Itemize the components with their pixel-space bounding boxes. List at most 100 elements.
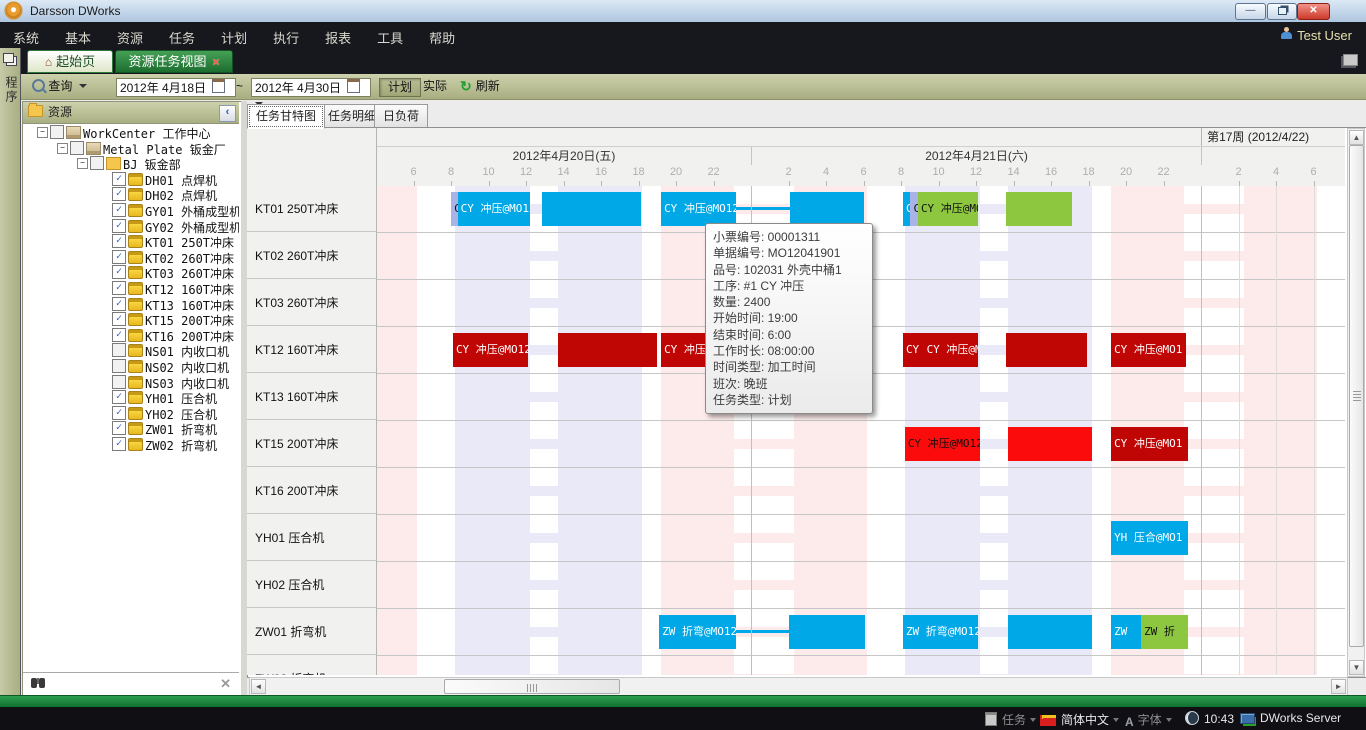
gantt-bar[interactable] xyxy=(1008,615,1092,649)
status-flag[interactable]: 简体中文 xyxy=(1040,711,1119,728)
minimize-button[interactable]: — xyxy=(1235,3,1266,20)
gantt-bar[interactable]: CY 冲压@MO1 xyxy=(1111,333,1186,367)
tree-node[interactable]: ✓GY02 外桶成型机 xyxy=(23,218,239,234)
gantt-bar[interactable]: C xyxy=(910,192,918,226)
tree-checkbox[interactable]: ✓ xyxy=(112,187,126,201)
menu-item-基本[interactable]: 基本 xyxy=(52,22,104,47)
restore-button[interactable] xyxy=(1267,3,1297,20)
tree-node[interactable]: ✓KT15 200T冲床 xyxy=(23,311,239,327)
vertical-scroll-thumb[interactable] xyxy=(1349,145,1364,647)
tree-checkbox[interactable] xyxy=(112,343,126,357)
tree-checkbox[interactable]: ✓ xyxy=(112,312,126,326)
tree-node[interactable]: ✓KT12 160T冲床 xyxy=(23,280,239,296)
gantt-bar[interactable]: CY 冲压@MO12041901 xyxy=(661,192,736,226)
tree-checkbox[interactable] xyxy=(112,375,126,389)
menu-item-帮助[interactable]: 帮助 xyxy=(416,22,468,47)
tree-expand-icon[interactable]: − xyxy=(57,143,68,154)
find-binoculars-icon[interactable] xyxy=(31,678,37,688)
dropdown-caret-icon[interactable] xyxy=(1113,718,1119,722)
tree-checkbox[interactable]: ✓ xyxy=(112,281,126,295)
tree-node[interactable]: NS01 内收口机 xyxy=(23,342,239,358)
dropdown-caret-icon[interactable] xyxy=(1030,718,1036,722)
gantt-bar[interactable] xyxy=(558,333,657,367)
menu-item-系统[interactable]: 系统 xyxy=(0,22,52,47)
status-font[interactable]: A字体 xyxy=(1125,711,1172,729)
scroll-up-icon[interactable]: ▲ xyxy=(1349,130,1364,145)
tree-node[interactable]: ✓KT02 260T冲床 xyxy=(23,249,239,265)
tree-checkbox[interactable]: ✓ xyxy=(112,172,126,186)
menu-item-执行[interactable]: 执行 xyxy=(260,22,312,47)
tab-close-icon[interactable]: × xyxy=(213,55,220,69)
collapse-panel-button[interactable]: ‹ xyxy=(219,105,236,122)
find-close-icon[interactable]: ✕ xyxy=(220,676,231,692)
tree-checkbox[interactable]: ✓ xyxy=(112,265,126,279)
dropdown-caret-icon[interactable] xyxy=(1166,718,1172,722)
gantt-bar[interactable]: CY 冲压@MO1 xyxy=(1111,427,1188,461)
tree-checkbox[interactable] xyxy=(50,125,64,139)
gantt-bar[interactable]: YH 压合@MO1 xyxy=(1111,521,1188,555)
tab-daily-load[interactable]: 日负荷 xyxy=(374,104,428,128)
tab-start-page[interactable]: ⌂起始页 xyxy=(27,50,113,73)
tree-checkbox[interactable] xyxy=(112,359,126,373)
tree-checkbox[interactable]: ✓ xyxy=(112,437,126,451)
gantt-bar[interactable]: ZW 折弯@MO12041901 xyxy=(903,615,978,649)
tree-node[interactable]: ✓GY01 外桶成型机 xyxy=(23,202,239,218)
gantt-bar[interactable]: CY 冲 xyxy=(903,333,924,367)
gantt-bar[interactable]: CY 冲压@MO12041904 xyxy=(924,333,978,367)
scroll-down-icon[interactable]: ▼ xyxy=(1349,660,1364,675)
tree-checkbox[interactable]: ✓ xyxy=(112,297,126,311)
date-from-field[interactable]: 2012年 4月18日 xyxy=(116,78,236,97)
tree-checkbox[interactable]: ✓ xyxy=(112,219,126,233)
close-button[interactable]: ✕ xyxy=(1297,3,1330,20)
query-dropdown-icon[interactable] xyxy=(79,84,87,88)
tree-checkbox[interactable]: ✓ xyxy=(112,203,126,217)
gantt-bar[interactable]: CY 冲压@MO12041901 xyxy=(458,192,530,226)
tree-node[interactable]: NS03 内收口机 xyxy=(23,374,239,390)
tree-checkbox[interactable] xyxy=(70,141,84,155)
date-to-field[interactable]: 2012年 4月30日 xyxy=(251,78,371,97)
vertical-scrollbar[interactable]: ▲ ▼ xyxy=(1347,128,1365,677)
tree-node[interactable]: −Metal Plate 钣金厂 xyxy=(23,140,239,156)
calendar-icon[interactable] xyxy=(212,79,225,93)
status-clipboard[interactable]: 任务 xyxy=(985,711,1036,728)
gantt-bar[interactable]: CY 冲压@MO12041903 xyxy=(905,427,980,461)
tree-checkbox[interactable]: ✓ xyxy=(112,390,126,404)
tree-node[interactable]: ✓YH02 压合机 xyxy=(23,405,239,421)
tree-node[interactable]: ✓KT03 260T冲床 xyxy=(23,264,239,280)
gantt-bar[interactable]: ZW 折弯@MO12041901 xyxy=(659,615,736,649)
gantt-bar[interactable]: ZW xyxy=(1111,615,1141,649)
tree-node[interactable]: ✓ZW01 折弯机 xyxy=(23,420,239,436)
tree-checkbox[interactable]: ✓ xyxy=(112,250,126,264)
tree-node[interactable]: −WorkCenter 工作中心 xyxy=(23,124,239,140)
scroll-right-icon[interactable]: ► xyxy=(1331,679,1346,694)
actual-toggle-button[interactable]: 实际 xyxy=(415,78,455,95)
gantt-bar[interactable]: CY 冲压@MO12041904 xyxy=(453,333,528,367)
program-side-strip[interactable]: 程序 xyxy=(0,48,21,695)
tree-checkbox[interactable]: ✓ xyxy=(112,234,126,248)
menu-item-工具[interactable]: 工具 xyxy=(364,22,416,47)
tree-checkbox[interactable]: ✓ xyxy=(112,421,126,435)
tree-expand-icon[interactable]: − xyxy=(37,127,48,138)
menu-item-资源[interactable]: 资源 xyxy=(104,22,156,47)
tree-expand-icon[interactable]: − xyxy=(77,158,88,169)
tree-checkbox[interactable]: ✓ xyxy=(112,328,126,342)
query-button[interactable]: 查询 xyxy=(32,78,87,95)
menu-item-任务[interactable]: 任务 xyxy=(156,22,208,47)
tree-node[interactable]: ✓KT16 200T冲床 xyxy=(23,327,239,343)
menu-item-报表[interactable]: 报表 xyxy=(312,22,364,47)
scroll-left-icon[interactable]: ◄ xyxy=(251,679,266,694)
horizontal-scroll-thumb[interactable] xyxy=(444,679,620,694)
tree-node[interactable]: ✓ZW02 折弯机 xyxy=(23,436,239,452)
tree-node[interactable]: ✓KT13 160T冲床 xyxy=(23,296,239,312)
gantt-bar[interactable] xyxy=(1008,427,1092,461)
gantt-bar[interactable] xyxy=(1006,192,1072,226)
horizontal-scrollbar[interactable]: ◄ ► xyxy=(249,677,1348,696)
gantt-bar[interactable]: C xyxy=(903,192,911,226)
tree-checkbox[interactable]: ✓ xyxy=(112,406,126,420)
gantt-bar[interactable] xyxy=(790,192,863,226)
tab-task-gantt[interactable]: 任务甘特图 xyxy=(247,104,325,129)
tree-node[interactable]: ✓DH01 点焊机 xyxy=(23,171,239,187)
calendar-icon[interactable] xyxy=(347,79,360,93)
tree-checkbox[interactable] xyxy=(90,156,104,170)
gantt-bar[interactable] xyxy=(542,192,641,226)
